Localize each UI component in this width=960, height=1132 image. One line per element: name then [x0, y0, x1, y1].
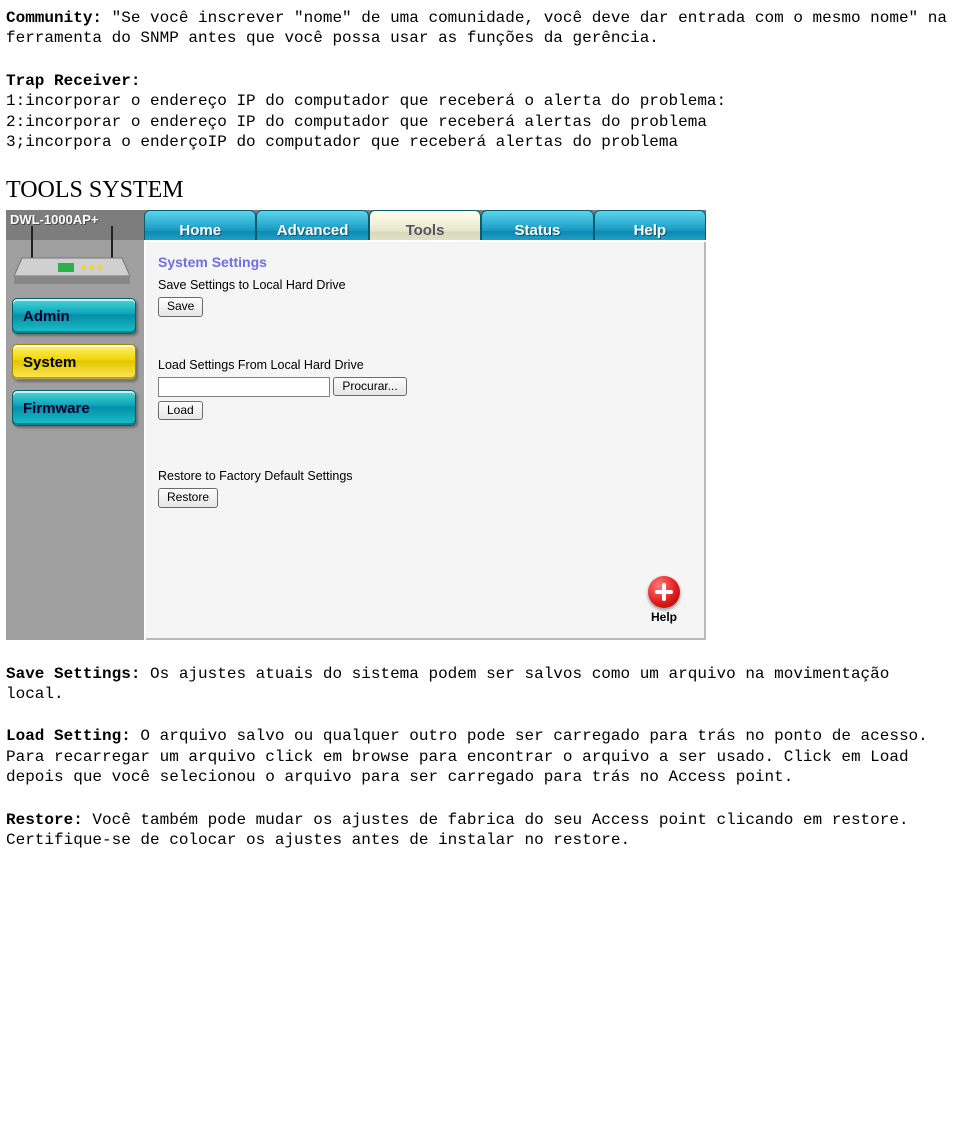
help-block[interactable]: Help — [638, 576, 690, 625]
heading-tools-system: TOOLS SYSTEM — [6, 175, 954, 206]
restore-label: Restore to Factory Default Settings — [158, 468, 692, 484]
load-file-input[interactable] — [158, 377, 330, 397]
browse-button[interactable]: Procurar... — [333, 377, 406, 396]
para-community: Community: "Se você inscrever "nome" de … — [6, 8, 954, 49]
load-button[interactable]: Load — [158, 401, 203, 420]
trap-line-3: 3;incorpora o enderçoIP do computador qu… — [6, 133, 678, 151]
side-admin[interactable]: Admin — [12, 298, 136, 334]
label-load-setting: Load Setting: — [6, 727, 131, 745]
text-community: "Se você inscrever "nome" de uma comunid… — [6, 9, 947, 47]
para-trap-receiver: Trap Receiver: 1:incorporar o endereço I… — [6, 71, 954, 153]
screenshot-tools-system: DWL-1000AP+ Home Advanced Tools Status H… — [6, 210, 706, 640]
side-system[interactable]: System — [12, 344, 136, 380]
para-restore: Restore: Você também pode mudar os ajust… — [6, 810, 954, 851]
trap-line-1: 1:incorporar o endereço IP do computador… — [6, 92, 726, 110]
trap-line-2: 2:incorporar o endereço IP do computador… — [6, 113, 707, 131]
save-button[interactable]: Save — [158, 297, 203, 316]
label-community: Community: — [6, 9, 102, 27]
system-settings-title: System Settings — [158, 254, 692, 272]
restore-button[interactable]: Restore — [158, 488, 218, 507]
text-restore: Você também pode mudar os ajustes de fab… — [6, 811, 909, 849]
help-plus-icon — [648, 576, 680, 608]
help-label: Help — [638, 610, 690, 625]
side-firmware[interactable]: Firmware — [12, 390, 136, 426]
load-settings-label: Load Settings From Local Hard Drive — [158, 357, 692, 373]
save-settings-label: Save Settings to Local Hard Drive — [158, 277, 692, 293]
label-trap-receiver: Trap Receiver: — [6, 72, 140, 90]
para-save-settings: Save Settings: Os ajustes atuais do sist… — [6, 664, 954, 705]
para-load-setting: Load Setting: O arquivo salvo ou qualque… — [6, 726, 954, 787]
label-save-settings: Save Settings: — [6, 665, 140, 683]
label-restore: Restore: — [6, 811, 83, 829]
router-icon — [12, 218, 132, 286]
main-panel: System Settings Save Settings to Local H… — [144, 240, 706, 640]
text-load-setting: O arquivo salvo ou qualquer outro pode s… — [6, 727, 928, 786]
